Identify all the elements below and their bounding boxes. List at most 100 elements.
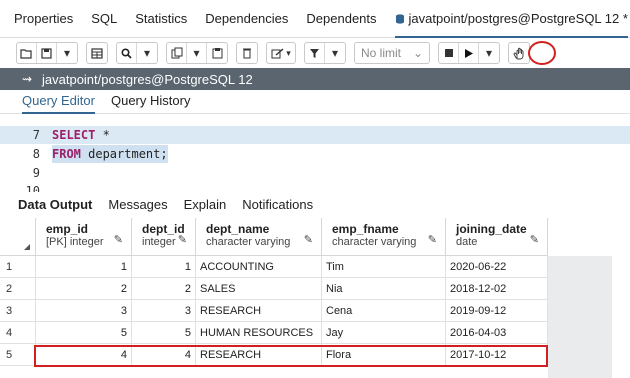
table-row[interactable]: 1 1 1 ACCOUNTING Tim 2020-06-22: [0, 256, 548, 278]
copy-icon[interactable]: [167, 43, 187, 63]
macro-group: [508, 42, 530, 64]
pencil-icon[interactable]: ✎: [178, 233, 187, 246]
query-toolbar: ▾ ▾ ▾ ▾ ▾ No limit ⌄ ▾: [0, 38, 630, 68]
pencil-icon[interactable]: ✎: [304, 233, 313, 246]
tab-dependents[interactable]: Dependents: [306, 0, 376, 38]
tab-notifications[interactable]: Notifications: [242, 197, 313, 212]
tab-properties[interactable]: Properties: [14, 0, 73, 38]
chevron-down-icon[interactable]: ▾: [137, 43, 157, 63]
row-number[interactable]: 5: [0, 344, 36, 366]
chevron-down-icon[interactable]: ▾: [57, 43, 77, 63]
search-icon[interactable]: [117, 43, 137, 63]
top-tab-bar: Properties SQL Statistics Dependencies D…: [0, 0, 630, 38]
table-row[interactable]: 3 3 3 RESEARCH Cena 2019-09-12: [0, 300, 548, 322]
cell-emp-id[interactable]: 1: [36, 256, 132, 278]
pencil-icon[interactable]: ✎: [428, 233, 437, 246]
row-number[interactable]: 2: [0, 278, 36, 300]
chevron-down-icon[interactable]: ▾: [479, 43, 499, 63]
stop-icon[interactable]: [439, 43, 459, 63]
pencil-icon[interactable]: ✎: [530, 233, 539, 246]
tab-messages[interactable]: Messages: [108, 197, 167, 212]
row-number[interactable]: 4: [0, 322, 36, 344]
row-limit-value: No limit: [361, 46, 402, 60]
cell-joining-date[interactable]: 2016-04-03: [446, 322, 548, 344]
line-number: 9: [32, 166, 40, 180]
row-number[interactable]: 3: [0, 300, 36, 322]
column-name: dept_id: [142, 222, 185, 236]
execute-highlight: [528, 41, 556, 65]
cell-dept-id[interactable]: 2: [132, 278, 196, 300]
chevron-down-icon[interactable]: ▾: [325, 43, 345, 63]
row-number[interactable]: 1: [0, 256, 36, 278]
cell-dept-name[interactable]: ACCOUNTING: [196, 256, 322, 278]
cell-dept-name[interactable]: HUMAN RESOURCES: [196, 322, 322, 344]
cell-dept-id[interactable]: 5: [132, 322, 196, 344]
save-icon[interactable]: [37, 43, 57, 63]
paste-icon[interactable]: [207, 43, 227, 63]
search-group: ▾: [116, 42, 158, 64]
cell-emp-fname[interactable]: Cena: [322, 300, 446, 322]
tab-query-editor[interactable]: Query Editor: [22, 90, 95, 114]
cell-dept-id[interactable]: 1: [132, 256, 196, 278]
pencil-icon[interactable]: ✎: [114, 233, 123, 246]
edit-icon[interactable]: ▾: [267, 43, 295, 63]
tab-query-history[interactable]: Query History: [111, 90, 190, 114]
table-group: [86, 42, 108, 64]
cell-emp-id[interactable]: 5: [36, 322, 132, 344]
connection-bar: ⇝ javatpoint/postgres@PostgreSQL 12: [0, 68, 630, 90]
column-header-emp-fname[interactable]: emp_fname character varying ✎: [322, 218, 446, 256]
edit-query-group: ▾: [266, 42, 296, 64]
database-icon: [395, 13, 404, 24]
tab-statistics[interactable]: Statistics: [135, 0, 187, 38]
hand-icon[interactable]: [509, 43, 529, 63]
tab-dependencies[interactable]: Dependencies: [205, 0, 288, 38]
line-number: 7: [32, 128, 40, 142]
cell-emp-fname[interactable]: Jay: [322, 322, 446, 344]
cell-joining-date[interactable]: 2018-12-02: [446, 278, 548, 300]
chevron-down-icon: ⌄: [412, 46, 423, 60]
code-line: 9: [0, 164, 630, 182]
cell-dept-id[interactable]: 3: [132, 300, 196, 322]
tab-data-output[interactable]: Data Output: [18, 197, 92, 212]
code-line: 8 FROM department;: [0, 145, 630, 163]
cell-emp-fname[interactable]: Tim: [322, 256, 446, 278]
column-header-joining-date[interactable]: joining_date date ✎: [446, 218, 548, 256]
execute-group: ▾: [438, 42, 500, 64]
filter-icon[interactable]: [305, 43, 325, 63]
code-line: 10: [0, 182, 630, 192]
row-limit-select[interactable]: No limit ⌄: [354, 42, 430, 64]
connection-icon[interactable]: ⇝: [22, 73, 34, 85]
grid-empty-area: [548, 256, 612, 378]
cell-emp-id[interactable]: 3: [36, 300, 132, 322]
cell-dept-name[interactable]: SALES: [196, 278, 322, 300]
tab-explain[interactable]: Explain: [184, 197, 227, 212]
table-row[interactable]: 4 5 5 HUMAN RESOURCES Jay 2016-04-03: [0, 322, 548, 344]
sort-corner-icon: [24, 244, 30, 250]
grid-corner[interactable]: [0, 218, 36, 256]
cell-dept-name[interactable]: RESEARCH: [196, 300, 322, 322]
edit-group: ▾: [166, 42, 228, 64]
cell-emp-fname[interactable]: Nia: [322, 278, 446, 300]
cell-joining-date[interactable]: 2019-09-12: [446, 300, 548, 322]
row-highlight-box: [34, 345, 548, 367]
column-header-dept-name[interactable]: dept_name character varying ✎: [196, 218, 322, 256]
sql-keyword: FROM: [52, 147, 81, 161]
file-group: ▾: [16, 42, 78, 64]
tab-query-tool[interactable]: javatpoint/postgres@PostgreSQL 12 *: [394, 0, 628, 38]
cell-emp-id[interactable]: 2: [36, 278, 132, 300]
line-number: 8: [32, 147, 40, 161]
cell-joining-date[interactable]: 2020-06-22: [446, 256, 548, 278]
column-header-emp-id[interactable]: emp_id [PK] integer ✎: [36, 218, 132, 256]
tab-query-tool-label: javatpoint/postgres@PostgreSQL 12 *: [408, 10, 628, 26]
column-header-dept-id[interactable]: dept_id integer ✎: [132, 218, 196, 256]
delete-group: [236, 42, 258, 64]
tab-sql[interactable]: SQL: [91, 0, 117, 38]
delete-icon[interactable]: [237, 43, 257, 63]
chevron-down-icon[interactable]: ▾: [187, 43, 207, 63]
sql-editor[interactable]: 7 SELECT * 8 FROM department; 9 10: [0, 114, 630, 192]
play-icon[interactable]: [459, 43, 479, 63]
table-row[interactable]: 2 2 2 SALES Nia 2018-12-02: [0, 278, 548, 300]
sql-text: *: [95, 128, 110, 142]
table-icon[interactable]: [87, 43, 107, 63]
open-file-icon[interactable]: [17, 43, 37, 63]
